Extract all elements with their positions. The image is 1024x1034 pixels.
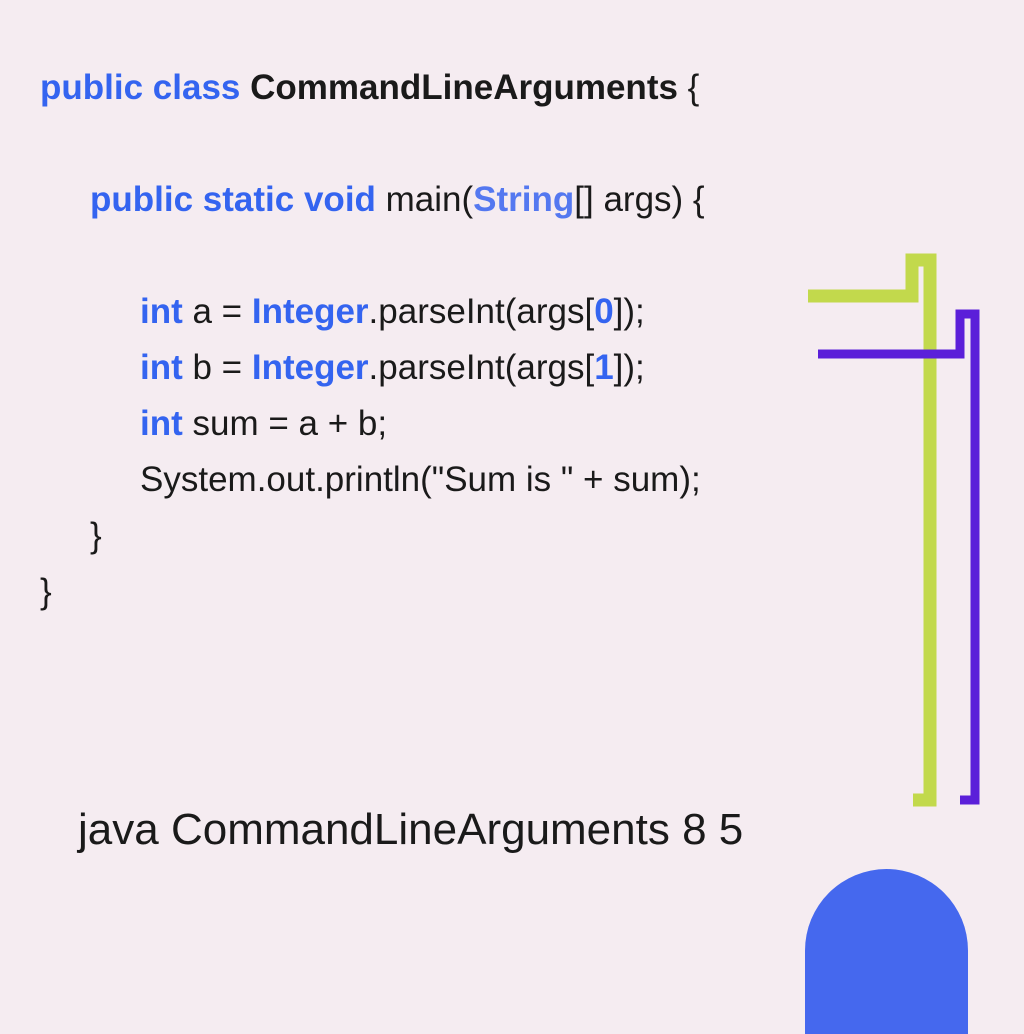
code-line-6: System.out.println("Sum is " + sum); bbox=[40, 452, 705, 508]
keyword-class: class bbox=[153, 68, 241, 107]
code-line-1: public class CommandLineArguments { bbox=[40, 60, 705, 116]
type-integer: Integer bbox=[252, 292, 369, 331]
sum-expr: sum = a + b; bbox=[183, 404, 387, 443]
class-name: CommandLineArguments bbox=[250, 68, 678, 107]
parseint-call: .parseInt(args[ bbox=[369, 348, 595, 387]
brace-open: { bbox=[678, 68, 699, 107]
code-line-3: int a = Integer.parseInt(args[0]); bbox=[40, 284, 705, 340]
type-integer: Integer bbox=[252, 348, 369, 387]
decorative-blue-arch bbox=[805, 869, 968, 1034]
args-decl: [] args) { bbox=[574, 180, 704, 219]
code-line-7: } bbox=[40, 508, 705, 564]
command-line: java CommandLineArguments 8 5 bbox=[78, 805, 743, 855]
code-line-5: int sum = a + b; bbox=[40, 396, 705, 452]
keyword-int: int bbox=[140, 404, 183, 443]
keyword-static: static bbox=[203, 180, 294, 219]
code-line-8: } bbox=[40, 564, 705, 620]
close-paren: ]); bbox=[614, 292, 645, 331]
type-string: String bbox=[473, 180, 574, 219]
keyword-int: int bbox=[140, 348, 183, 387]
keyword-int: int bbox=[140, 292, 183, 331]
command-text: java CommandLineArguments 8 5 bbox=[78, 805, 743, 854]
index-1: 1 bbox=[594, 348, 613, 387]
println-call: System.out.println("Sum is " + sum); bbox=[140, 460, 701, 499]
keyword-public: public bbox=[40, 68, 143, 107]
connector-arg0 bbox=[808, 260, 930, 800]
var-b: b = bbox=[183, 348, 252, 387]
var-a: a = bbox=[183, 292, 252, 331]
close-paren: ]); bbox=[614, 348, 645, 387]
method-main: main( bbox=[376, 180, 473, 219]
brace-close: } bbox=[90, 516, 102, 555]
java-code-block: public class CommandLineArguments { publ… bbox=[40, 60, 705, 620]
parseint-call: .parseInt(args[ bbox=[369, 292, 595, 331]
connector-arg1 bbox=[818, 314, 975, 800]
index-0: 0 bbox=[594, 292, 613, 331]
code-line-2: public static void main(String[] args) { bbox=[40, 172, 705, 228]
keyword-public: public bbox=[90, 180, 193, 219]
brace-close: } bbox=[40, 572, 52, 611]
keyword-void: void bbox=[304, 180, 376, 219]
code-line-4: int b = Integer.parseInt(args[1]); bbox=[40, 340, 705, 396]
